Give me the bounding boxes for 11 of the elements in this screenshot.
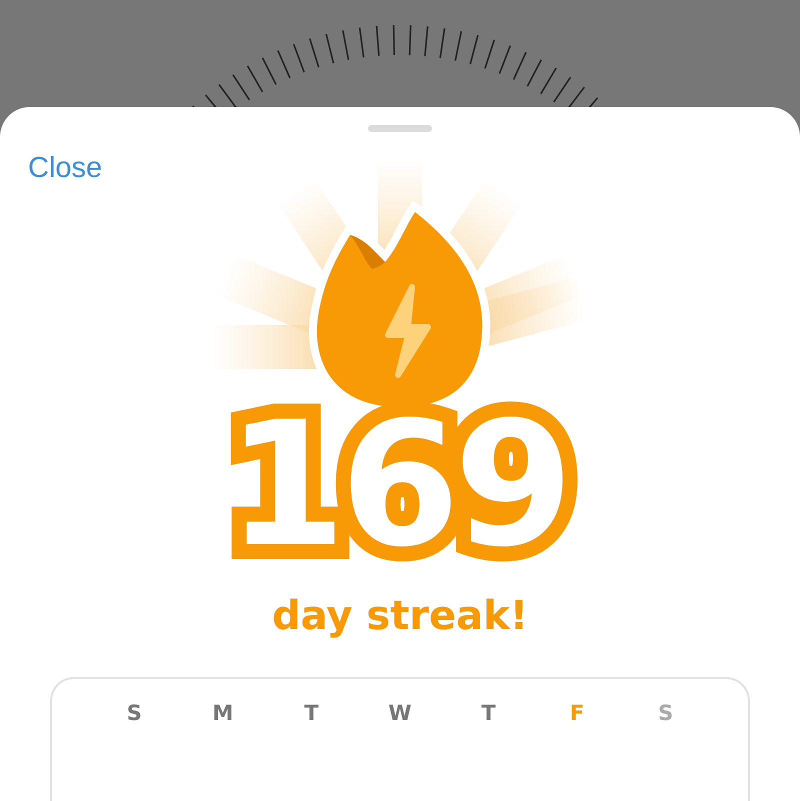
weekday-label: T — [480, 701, 497, 727]
weekday-label: F — [568, 701, 586, 727]
weekday-label: M — [211, 701, 234, 727]
weekday-label: T — [303, 701, 320, 727]
weekday-label: S — [657, 701, 674, 727]
streak-label: day streak! — [272, 593, 528, 639]
weekday-label: W — [387, 701, 413, 727]
streak-count: 169 — [210, 383, 590, 587]
close-button[interactable]: Close — [28, 152, 102, 185]
drag-handle[interactable] — [368, 125, 432, 132]
weekday-label: S — [126, 701, 143, 727]
